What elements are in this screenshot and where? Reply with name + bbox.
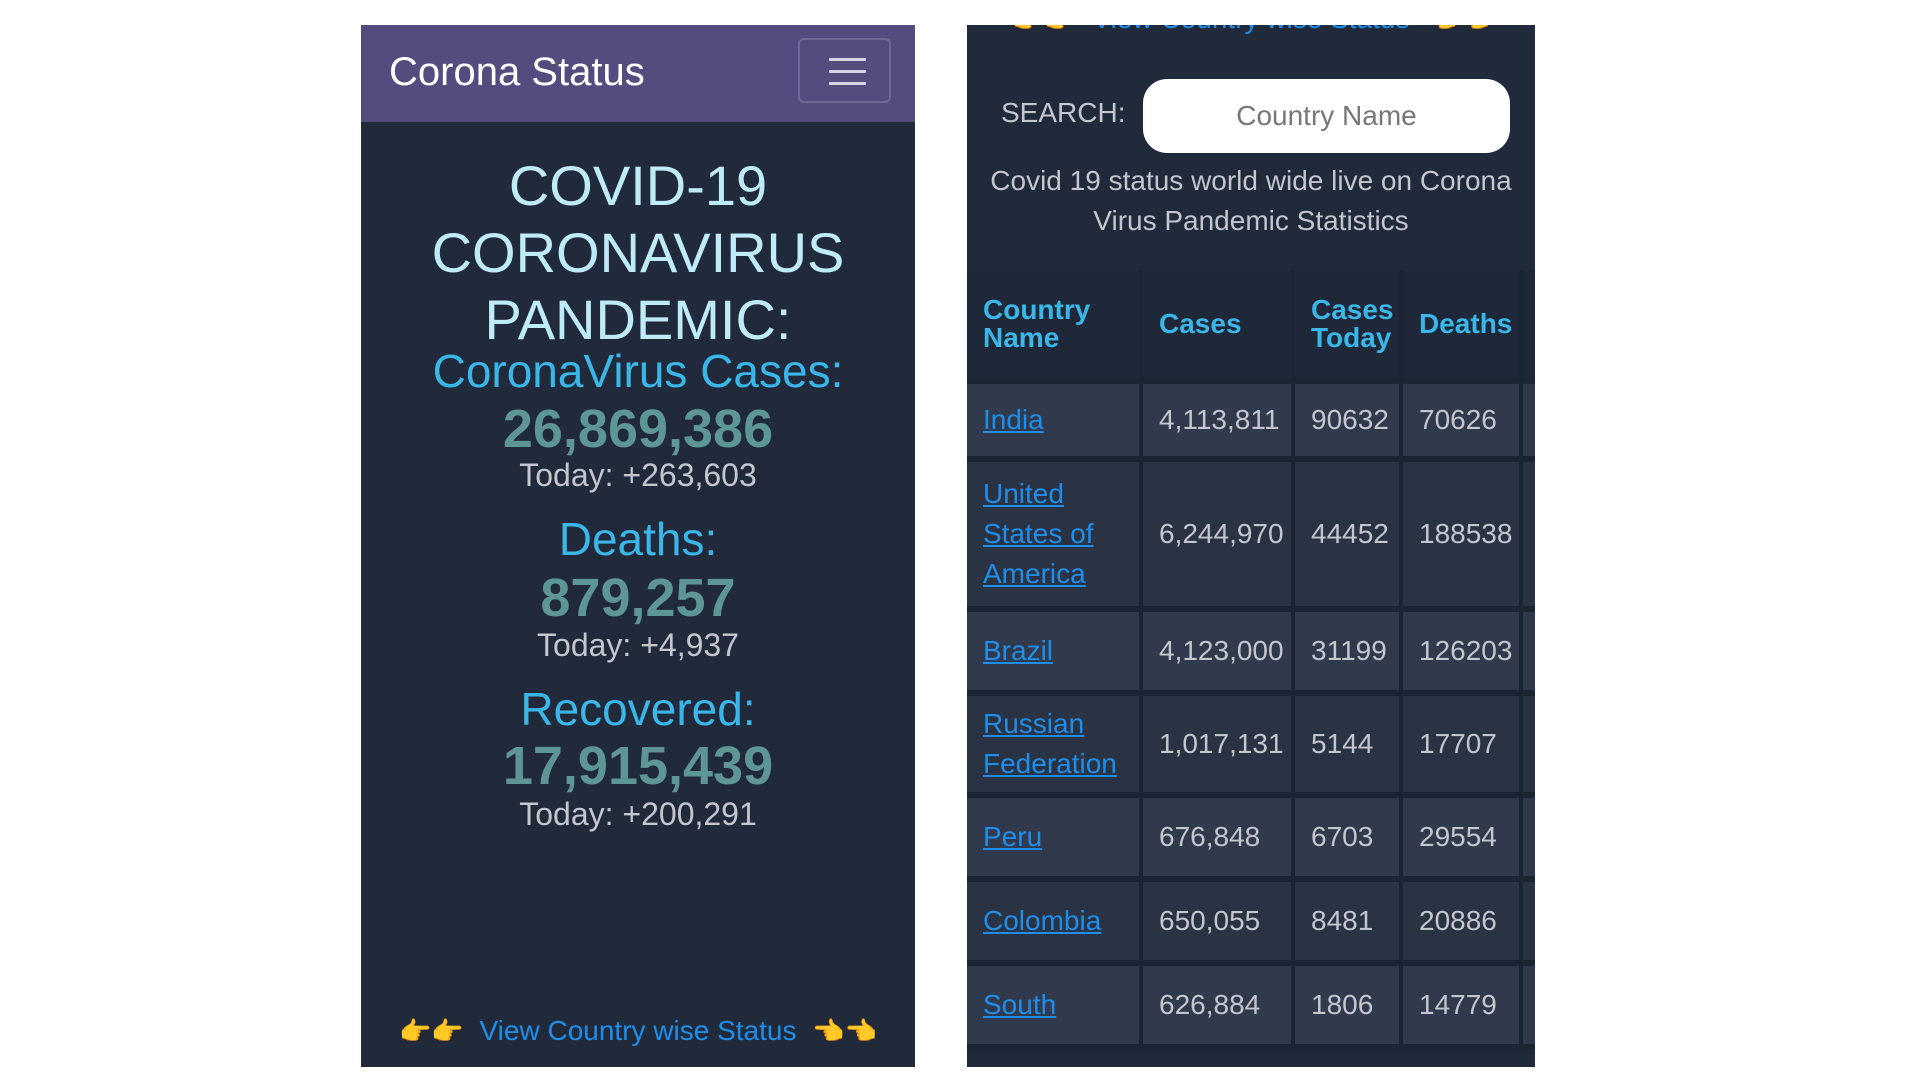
column-header-deaths[interactable]: Deaths xyxy=(1401,270,1523,384)
search-input[interactable] xyxy=(1143,79,1510,153)
cases-today-cell: 31199 xyxy=(1293,609,1403,696)
deaths-cell: 188538 xyxy=(1401,459,1523,612)
view-country-status-row-partial: 👉👉 View Country wise Status 👈👈 xyxy=(967,25,1535,35)
country-cell: South xyxy=(967,963,1143,1050)
cases-today-cell: 8481 xyxy=(1293,879,1403,966)
country-link[interactable]: India xyxy=(983,404,1044,435)
deaths-cell: 70626 xyxy=(1401,381,1523,462)
page-description: Covid 19 status world wide live on Coron… xyxy=(990,165,1512,236)
cases-today-cell: 44452 xyxy=(1293,459,1403,612)
country-cell: United States of America xyxy=(967,459,1143,612)
deaths-value: 879,257 xyxy=(540,568,736,628)
pointing-left-icon: 👈 xyxy=(1425,25,1457,35)
cases-today-cell: 90632 xyxy=(1293,381,1403,462)
cases-cell: 676,848 xyxy=(1141,795,1295,882)
country-link[interactable]: Russian Federation xyxy=(983,708,1117,779)
cases-cell: 6,244,970 xyxy=(1141,459,1295,612)
hidden-cell xyxy=(1521,459,1535,612)
cases-cell: 650,055 xyxy=(1141,879,1295,966)
pointing-right-icon: 👉 xyxy=(1044,25,1076,35)
pointing-right-icon: 👉 xyxy=(1012,25,1044,35)
pointing-right-icon: 👉 xyxy=(398,1016,432,1046)
hidden-cell xyxy=(1521,879,1535,966)
column-header-cases[interactable]: Cases xyxy=(1141,270,1295,384)
pointing-right-icon: 👉 xyxy=(431,1016,464,1046)
table-row: India 4,113,811 90632 70626 xyxy=(967,381,1535,462)
column-header-country[interactable]: Country Name xyxy=(967,270,1143,384)
cases-cell: 4,123,000 xyxy=(1141,609,1295,696)
deaths-cell: 29554 xyxy=(1401,795,1523,882)
brand-title[interactable]: Corona Status xyxy=(389,50,645,95)
pointing-left-icon: 👈 xyxy=(1458,25,1490,35)
cases-today-cell: 5144 xyxy=(1293,693,1403,798)
recovered-value: 17,915,439 xyxy=(502,736,774,796)
search-label: SEARCH: xyxy=(1001,97,1126,128)
hidden-cell xyxy=(1521,693,1535,798)
column-header-hidden xyxy=(1521,270,1535,384)
cases-today-cell: 6703 xyxy=(1293,795,1403,882)
cases-label: CoronaVirus Cases: xyxy=(432,345,844,397)
country-link[interactable]: Peru xyxy=(983,821,1042,852)
pointing-left-icon: 👈 xyxy=(844,1016,878,1046)
column-header-cases-today[interactable]: Cases Today xyxy=(1293,270,1403,384)
recovered-today: Today: +200,291 xyxy=(519,796,757,832)
view-country-status-link[interactable]: View Country wise Status xyxy=(1093,25,1410,34)
country-cell: Brazil xyxy=(967,609,1143,696)
table-row: Colombia 650,055 8481 20886 xyxy=(967,879,1535,966)
country-cell: India xyxy=(967,381,1143,462)
table-row: Russian Federation 1,017,131 5144 17707 xyxy=(967,693,1535,798)
view-country-status-row: 👉👉 View Country wise Status 👈👈 xyxy=(361,1015,915,1047)
pointing-left-icon: 👈 xyxy=(812,1016,845,1046)
deaths-today: Today: +4,937 xyxy=(537,627,739,663)
deaths-cell: 14779 xyxy=(1401,963,1523,1050)
hamburger-icon xyxy=(829,58,866,61)
country-link[interactable]: Brazil xyxy=(983,635,1053,666)
menu-toggle-button[interactable] xyxy=(798,38,891,103)
table-header-row: Country Name Cases Cases Today Deaths xyxy=(967,270,1535,384)
page-title: COVID-19 CORONAVIRUS PANDEMIC: xyxy=(431,154,845,351)
table-row: United States of America 6,244,970 44452… xyxy=(967,459,1535,612)
cases-cell: 1,017,131 xyxy=(1141,693,1295,798)
country-link[interactable]: Colombia xyxy=(983,905,1101,936)
deaths-label: Deaths: xyxy=(558,513,718,565)
hamburger-icon-bar xyxy=(829,82,866,85)
hamburger-icon-bar xyxy=(829,70,866,73)
country-link[interactable]: South xyxy=(983,989,1056,1020)
home-screen: Corona Status COVID-19 CORONAVIRUS PANDE… xyxy=(361,25,915,1067)
hidden-cell xyxy=(1521,609,1535,696)
view-country-status-link[interactable]: View Country wise Status xyxy=(480,1015,797,1046)
table-row: South 626,884 1806 14779 xyxy=(967,963,1535,1050)
deaths-cell: 20886 xyxy=(1401,879,1523,966)
table-row: Brazil 4,123,000 31199 126203 xyxy=(967,609,1535,696)
hidden-cell xyxy=(1521,381,1535,462)
cases-value: 26,869,386 xyxy=(502,399,774,459)
cases-cell: 4,113,811 xyxy=(1141,381,1295,462)
deaths-cell: 126203 xyxy=(1401,609,1523,696)
country-cell: Russian Federation xyxy=(967,693,1143,798)
cases-today-cell: 1806 xyxy=(1293,963,1403,1050)
country-table: Country Name Cases Cases Today Deaths In… xyxy=(967,270,1535,1050)
navbar: Corona Status xyxy=(361,25,915,122)
cases-today: Today: +263,603 xyxy=(519,457,757,493)
country-cell: Colombia xyxy=(967,879,1143,966)
country-link[interactable]: United States of America xyxy=(983,478,1094,589)
cases-cell: 626,884 xyxy=(1141,963,1295,1050)
country-table-container[interactable]: Country Name Cases Cases Today Deaths In… xyxy=(967,270,1535,1050)
deaths-cell: 17707 xyxy=(1401,693,1523,798)
country-cell: Peru xyxy=(967,795,1143,882)
recovered-label: Recovered: xyxy=(520,683,756,735)
table-row: Peru 676,848 6703 29554 xyxy=(967,795,1535,882)
country-status-screen: 👉👉 View Country wise Status 👈👈 SEARCH: C… xyxy=(967,25,1535,1067)
hidden-cell xyxy=(1521,795,1535,882)
hidden-cell xyxy=(1521,963,1535,1050)
